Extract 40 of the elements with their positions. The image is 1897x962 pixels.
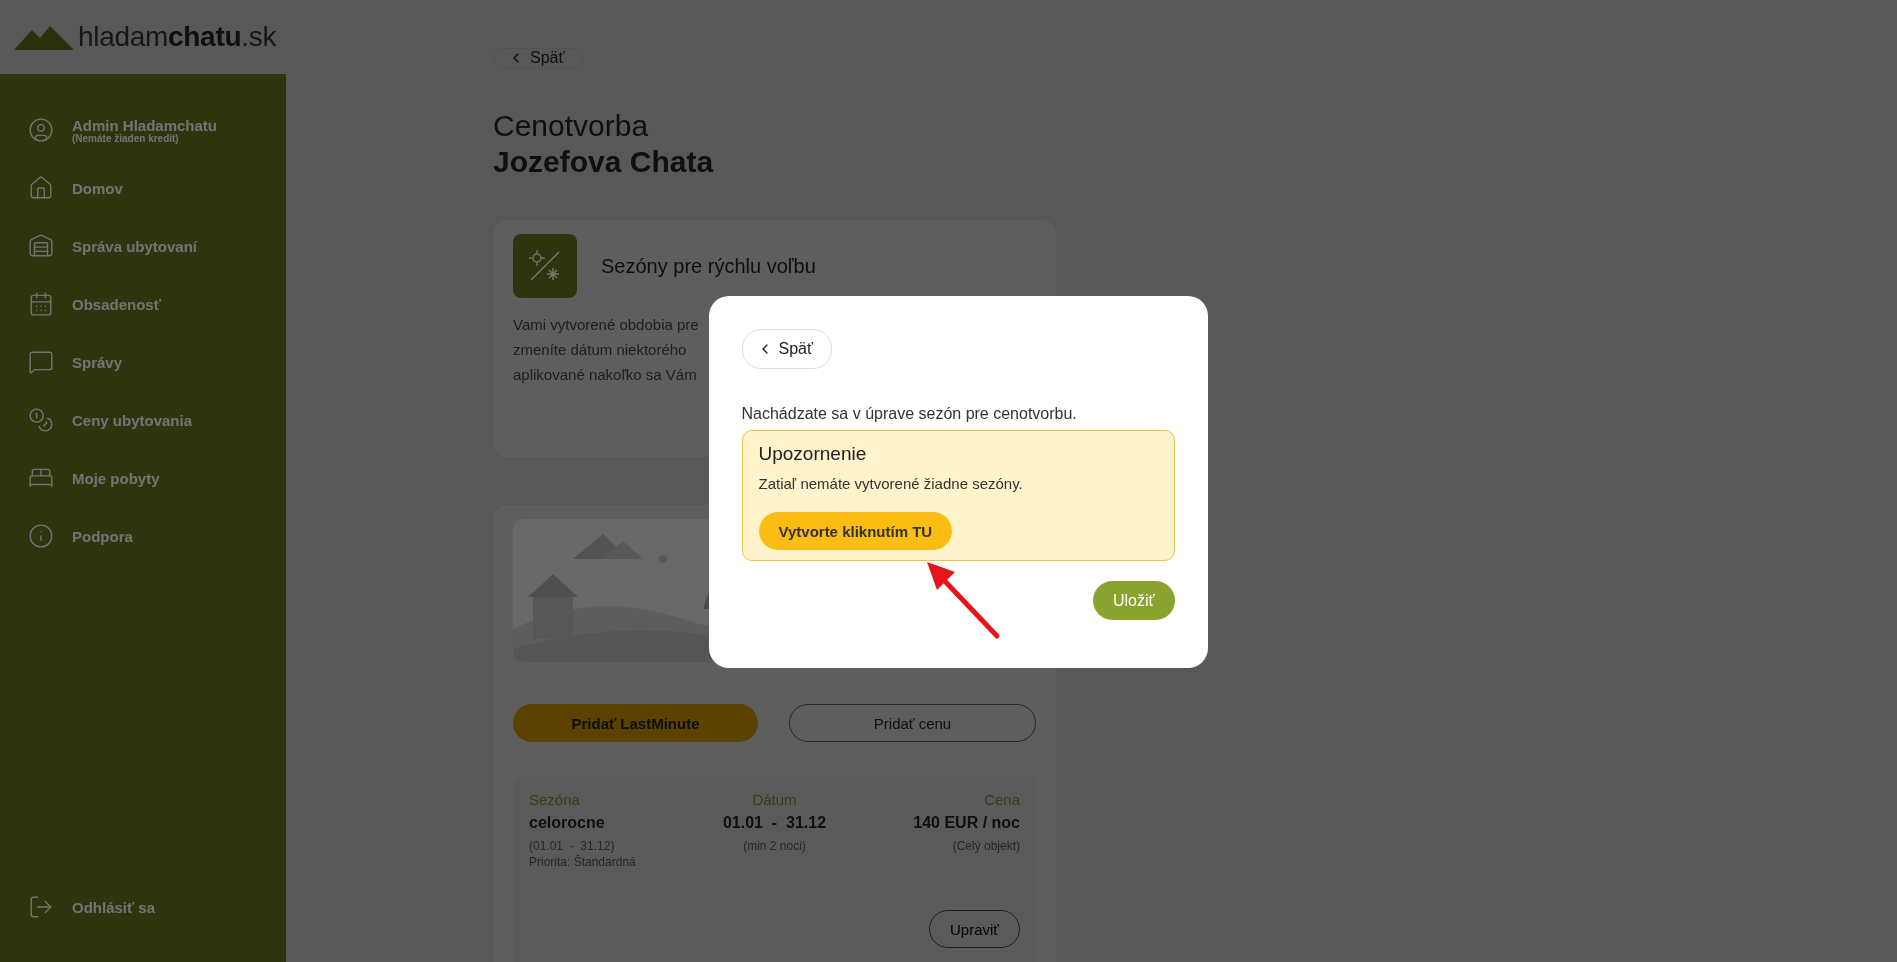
logo: hladamchatu.sk	[78, 21, 277, 53]
lastminute-button[interactable]: Pridať LastMinute	[513, 704, 758, 742]
nav-item[interactable]: Správa ubytovaní	[28, 217, 286, 275]
column-header: Dátum	[752, 791, 797, 808]
page-title: Cenotvorba	[493, 108, 650, 144]
message-icon	[28, 349, 54, 375]
nav-item[interactable]: Admin Hladamchatu (Nemáte žiaden kredit)	[28, 101, 286, 159]
logout-link[interactable]: Odhlásiť sa	[28, 878, 286, 936]
nav-item[interactable]: Podpora	[28, 507, 286, 565]
description-line: zmeníte dátum niektorého	[513, 340, 687, 360]
column-header: Sezóna	[529, 791, 580, 808]
save-button[interactable]: Uložiť	[1092, 581, 1175, 620]
column-header: Cena	[984, 791, 1020, 808]
logo-icon	[14, 24, 74, 50]
calendar-icon	[28, 291, 54, 317]
price: 140 EUR / noc	[913, 814, 1020, 832]
create-seasons-button[interactable]: Vytvorte kliknutím TU	[758, 512, 953, 550]
user-name: Admin Hladamchatu	[72, 116, 218, 134]
nav-item[interactable]: Obsadenosť	[28, 275, 286, 333]
nav-item[interactable]: Správy	[28, 333, 286, 391]
credit-note: (Nemáte žiaden kredit)	[72, 133, 180, 144]
page-subtitle: Jozefova Chata	[493, 144, 715, 180]
season-icon	[513, 234, 577, 298]
info-icon	[28, 523, 54, 549]
nav-item[interactable]: Domov	[28, 159, 286, 217]
money-icon	[28, 407, 54, 433]
season-name: celorocne	[529, 814, 605, 832]
card-title: Sezóny pre rýchlu voľbu	[601, 254, 816, 278]
nav-item[interactable]: Moje pobyty	[28, 449, 286, 507]
logout-icon	[28, 894, 54, 920]
nav-item[interactable]: Ceny ubytovania	[28, 391, 286, 449]
warning-title: Upozornenie	[758, 443, 868, 465]
warning-message: Zatiaľ nemáte vytvorené žiadne sezóny.	[758, 475, 1024, 492]
date-range: 01.01 - 31.12	[722, 814, 827, 832]
back-button[interactable]: Späť	[741, 329, 832, 369]
description-line: Vami vytvorené obdobia pre	[513, 315, 699, 335]
description-line: aplikované nakoľko sa Vám	[513, 365, 697, 385]
house-icon	[28, 175, 54, 201]
user-icon	[28, 117, 54, 143]
intro-text: Nachádzate sa v úprave sezón pre cenotvorbu.	[741, 405, 1078, 423]
